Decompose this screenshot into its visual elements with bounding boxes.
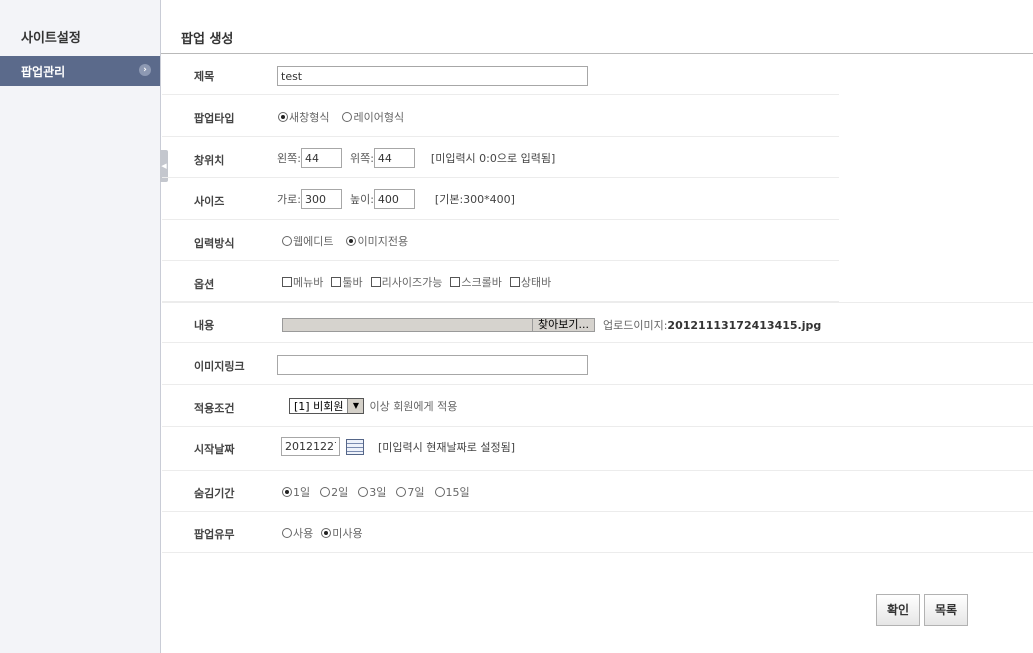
hide-period-option-1[interactable]: 1일 (282, 484, 310, 500)
window-position-label: 창위치 (194, 154, 225, 167)
hide-period-label: 숨김기간 (194, 487, 235, 500)
hide-period-option-3[interactable]: 3일 (358, 484, 386, 500)
radio-selected[interactable] (321, 528, 332, 538)
image-link-input[interactable] (277, 355, 588, 375)
options-label: 옵션 (194, 278, 215, 291)
popup-use-option-use[interactable]: 사용 (282, 525, 313, 541)
form-row-size: 사이즈 가로: 높이: [기본:300*400] (162, 179, 839, 220)
form-row-content: 내용 찾아보기... 업로드이미지: 20121113172413415.jpg (162, 302, 1033, 343)
start-date-hint: [미입력시 현재날짜로 설정됨] (378, 440, 516, 454)
checkbox[interactable] (331, 277, 342, 287)
size-label: 사이즈 (194, 195, 225, 208)
radio[interactable] (396, 487, 407, 497)
uploaded-image-label: 업로드이미지: (602, 319, 668, 332)
option-scrollbar[interactable]: 스크롤바 (450, 274, 502, 290)
form-row-hide-period: 숨김기간 1일 2일 3일 7일 15일 (162, 471, 1033, 512)
checkbox[interactable] (282, 277, 292, 287)
calendar-icon[interactable] (346, 438, 364, 455)
form-row-apply-condition: 적용조건 [1] 비회원 ▼ 이상 회원에게 적용 (162, 386, 1033, 427)
hide-period-option-2[interactable]: 2일 (320, 484, 348, 500)
form-row-start-date: 시작날짜 [미입력시 현재날짜로 설정됨] (162, 427, 1033, 471)
height-label: 높이: (349, 193, 374, 206)
input-method-option-webedit[interactable]: 웹에디트 (282, 233, 333, 249)
form-row-title: 제목 (162, 54, 839, 95)
title-input[interactable] (277, 66, 588, 86)
position-hint: [미입력시 0:0으로 입력됨] (430, 152, 556, 165)
hide-period-option-7[interactable]: 7일 (396, 484, 425, 500)
radio[interactable] (434, 487, 445, 497)
radio-selected[interactable] (346, 236, 357, 246)
input-method-label: 입력방식 (194, 237, 235, 250)
chevron-down-icon[interactable]: ▼ (347, 399, 364, 413)
checkbox[interactable] (450, 277, 461, 287)
radio-selected[interactable] (278, 112, 288, 122)
sidebar-item-popup-management[interactable]: 팝업관리 › (0, 56, 160, 86)
sidebar: 사이트설정 팝업관리 › (0, 0, 161, 653)
height-input[interactable] (373, 189, 415, 209)
popup-type-option-layer[interactable]: 레이어형식 (342, 109, 404, 125)
popup-use-option-unused[interactable]: 미사용 (321, 525, 363, 541)
popup-use-label: 팝업유무 (194, 528, 235, 541)
radio[interactable] (320, 487, 331, 497)
start-date-input[interactable] (281, 437, 340, 456)
sidebar-title: 사이트설정 (21, 31, 81, 46)
option-resizable[interactable]: 리사이즈가능 (370, 274, 442, 290)
input-method-option-image[interactable]: 이미지전용 (346, 233, 408, 249)
radio[interactable] (282, 236, 292, 246)
size-hint: [기본:300*400] (434, 193, 515, 206)
form-row-image-link: 이미지링크 (162, 344, 1033, 385)
sidebar-item-label: 팝업관리 (21, 65, 66, 79)
browse-button[interactable]: 찾아보기... (533, 318, 595, 332)
position-top-input[interactable] (373, 148, 415, 168)
checkbox[interactable] (509, 277, 520, 287)
option-menubar[interactable]: 메뉴바 (282, 274, 323, 290)
form-row-popup-use: 팝업유무 사용 미사용 (162, 512, 1033, 553)
apply-condition-label: 적용조건 (194, 402, 235, 415)
content-label: 내용 (194, 319, 215, 332)
checkbox[interactable] (370, 277, 381, 287)
image-link-label: 이미지링크 (194, 360, 245, 373)
option-toolbar[interactable]: 툴바 (331, 274, 363, 290)
apply-condition-suffix: 이상 회원에게 적용 (369, 400, 458, 413)
page-title: 팝업 생성 (181, 32, 234, 47)
radio[interactable] (358, 487, 369, 497)
form-row-popup-type: 팝업타입 새창형식 레이어형식 (162, 96, 839, 137)
form-row-options: 옵션 메뉴바 툴바 리사이즈가능 스크롤바 상태바 (162, 261, 839, 302)
width-input[interactable] (300, 189, 342, 209)
hide-period-option-15[interactable]: 15일 (434, 484, 470, 500)
width-label: 가로: (277, 193, 301, 206)
list-button[interactable]: 목록 (924, 594, 968, 626)
chevron-right-icon: › (139, 64, 151, 76)
title-label: 제목 (194, 70, 215, 83)
file-path-input[interactable] (282, 318, 533, 332)
popup-type-option-window[interactable]: 새창형식 (278, 109, 329, 125)
uploaded-image-filename: 20121113172413415.jpg (667, 318, 822, 332)
radio-selected[interactable] (282, 487, 292, 497)
confirm-button[interactable]: 확인 (876, 594, 920, 626)
option-statusbar[interactable]: 상태바 (509, 274, 551, 290)
form-row-input-method: 입력방식 웹에디트 이미지전용 (162, 220, 839, 261)
popup-type-label: 팝업타입 (194, 112, 235, 125)
top-label: 위쪽: (349, 152, 374, 165)
position-left-input[interactable] (300, 148, 342, 168)
radio[interactable] (282, 528, 292, 538)
start-date-label: 시작날짜 (194, 443, 235, 456)
member-level-select[interactable]: [1] 비회원 ▼ (289, 398, 365, 414)
radio[interactable] (342, 112, 353, 122)
form-row-window-position: 창위치 왼쪽: 위쪽: [미입력시 0:0으로 입력됨] (162, 137, 839, 178)
left-label: 왼쪽: (277, 152, 301, 165)
